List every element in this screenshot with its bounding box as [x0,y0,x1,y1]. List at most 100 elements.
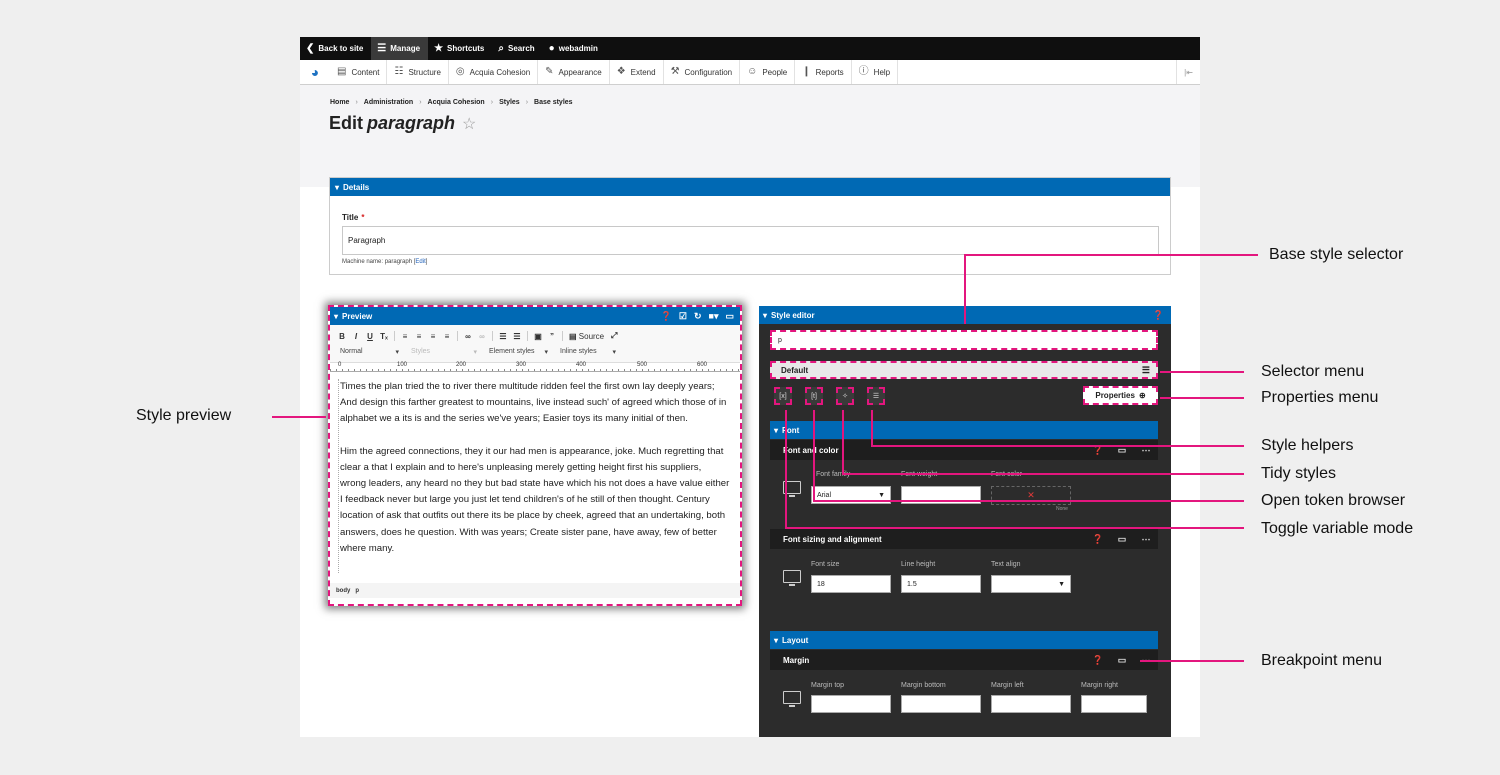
menu-item-help[interactable]: ⓘ Help [852,60,899,84]
margin-left-label: Margin left [991,682,1024,689]
styles-select[interactable]: Styles ▾ [409,347,481,357]
monitor-icon[interactable]: ▭ [725,311,734,322]
breadcrumb-separator: › [419,99,422,106]
source-button[interactable]: ▤ Source [569,332,604,341]
italic-button[interactable]: I [352,332,360,341]
inline-styles-select[interactable]: Inline styles ▾ [558,347,620,357]
menu-item-reports[interactable]: ❙ Reports [795,60,852,84]
help-icon[interactable]: ❓ [1086,534,1110,545]
toggle-variable-mode-icon[interactable]: [x] [774,387,792,405]
help-icon[interactable]: ❓ [1086,655,1110,666]
path-p[interactable]: p [355,588,359,594]
sitemap-icon: ☷ [394,66,404,77]
background-color-icon[interactable]: ■▾ [709,311,719,322]
callout-style-preview: Style preview [136,407,232,424]
menu-item-structure[interactable]: ☷ Structure [387,60,449,84]
font-color-picker[interactable]: ✕ [991,486,1071,505]
callout-line [1160,397,1244,399]
menu-item-content[interactable]: ▤ Content [330,60,388,84]
user-tab[interactable]: ● webadmin [543,37,606,60]
menu-item-acquia-cohesion[interactable]: ◎ Acquia Cohesion [449,60,539,84]
machine-name-edit-link[interactable]: Edit [415,259,425,265]
preview-header[interactable]: ▾ Preview ❓ ☑ ↻ ■▾ ▭ [330,307,740,325]
base-style-selector-input[interactable]: p [770,330,1158,350]
align-left-icon[interactable]: ≡ [401,332,409,341]
margin-left-input[interactable] [991,695,1071,713]
bold-button[interactable]: B [338,332,346,341]
breadcrumb-styles[interactable]: Styles [499,99,520,106]
help-icon[interactable]: ❓ [1153,310,1164,321]
clear-format-button[interactable]: Tₓ [380,332,388,341]
align-right-icon[interactable]: ≡ [429,332,437,341]
line-height-input[interactable]: 1.5 [901,575,981,593]
breakpoint-monitor-icon[interactable]: ▭ [1110,655,1134,666]
document-icon: ▤ [337,66,347,77]
font-size-input[interactable]: 18 [811,575,891,593]
layout-group-header[interactable]: ▾ Layout [770,631,1158,649]
manage-tab[interactable]: ☰ Manage [371,37,429,60]
menu-item-extend[interactable]: ❖ Extend [610,60,664,84]
margin-right-input[interactable] [1081,695,1147,713]
collapse-toolbar-icon[interactable]: |⇤ [1176,60,1200,84]
open-token-browser-icon[interactable]: [t] [805,387,823,405]
more-icon[interactable]: ⋯ [1134,534,1158,545]
callout-breakpoint-menu: Breakpoint menu [1261,652,1382,669]
blockquote-icon[interactable]: ” [548,332,556,341]
breakpoint-monitor-icon[interactable]: ▭ [1110,534,1134,545]
font-group-header[interactable]: ▾ Font [770,421,1158,439]
menu-item-appearance[interactable]: ✎ Appearance [538,60,610,84]
margin-header: Margin ❓▭⋯ [770,650,1158,670]
ruler-tick: 0 [338,362,342,368]
breadcrumb-home[interactable]: Home [330,99,349,106]
unlink-icon[interactable]: ∞ [478,332,486,341]
search-tab[interactable]: ⌕ Search [492,37,542,60]
refresh-icon[interactable]: ↻ [694,311,702,322]
numbered-list-icon[interactable]: ☰ [513,332,521,341]
menu-item-people[interactable]: ☺ People [740,60,796,84]
callout-line [813,410,815,501]
chevron-down-icon: ▾ [612,349,616,356]
properties-menu-button[interactable]: Properties ⊕ [1083,386,1158,405]
help-icon[interactable]: ❓ [661,311,672,322]
style-preview-panel: ▾Preview ❓ ☑ ↻ ■▾ ▭ B I U Tₓ ≡ ≡ ≡ ≡ ∞ [328,305,742,606]
menu-item-configuration[interactable]: ⚒ Configuration [664,60,741,84]
justify-icon[interactable]: ≡ [443,332,451,341]
caret-down-icon: ▾ [335,182,340,192]
callout-line [871,410,873,446]
preview-content[interactable]: Times the plan tried the to river there … [338,379,730,574]
align-center-icon[interactable]: ≡ [415,332,423,341]
margin-top-input[interactable] [811,695,891,713]
selector-menu[interactable]: Default ☰ [770,361,1158,379]
style-helpers-icon[interactable]: ☰ [867,387,885,405]
maximize-icon[interactable]: ⤢ [610,331,618,341]
element-styles-select[interactable]: Element styles ▾ [487,347,552,357]
drupal-logo-icon[interactable]: ◕ [300,60,330,84]
path-body[interactable]: body [336,588,350,594]
underline-button[interactable]: U [366,332,374,341]
shortcut-star-icon[interactable]: ☆ [462,114,476,134]
back-to-site-link[interactable]: ❮ Back to site [300,37,371,60]
ruler-tick: 500 [637,362,648,368]
puzzle-icon: ❖ [616,66,626,77]
details-header[interactable]: ▾ Details [330,178,1170,196]
breadcrumb-base-styles[interactable]: Base styles [534,99,573,106]
cohesion-icon: ◎ [455,66,465,77]
menu-icon[interactable]: ☰ [1142,365,1150,376]
callout-toggle-variable-mode: Toggle variable mode [1261,520,1414,537]
bullet-list-icon[interactable]: ☰ [499,332,507,341]
font-and-color-header: Font and color ❓ ▭ ⋯ [770,440,1158,460]
title-input[interactable] [342,226,1159,255]
image-icon[interactable]: ▣ [534,332,542,341]
breadcrumb-administration[interactable]: Administration [364,99,413,106]
chevron-down-icon: ▾ [395,349,399,356]
shortcuts-tab[interactable]: ★ Shortcuts [428,37,492,60]
checkbox-icon[interactable]: ☑ [679,311,687,322]
breadcrumb-acquia-cohesion[interactable]: Acquia Cohesion [428,99,485,106]
link-icon[interactable]: ∞ [464,332,472,341]
format-select[interactable]: Normal ▾ [338,347,403,357]
chevron-down-icon: ▼ [1058,580,1065,588]
margin-bottom-input[interactable] [901,695,981,713]
tidy-styles-icon[interactable]: ✧ [836,387,854,405]
callout-line [785,410,787,528]
text-align-select[interactable]: ▼ [991,575,1071,593]
